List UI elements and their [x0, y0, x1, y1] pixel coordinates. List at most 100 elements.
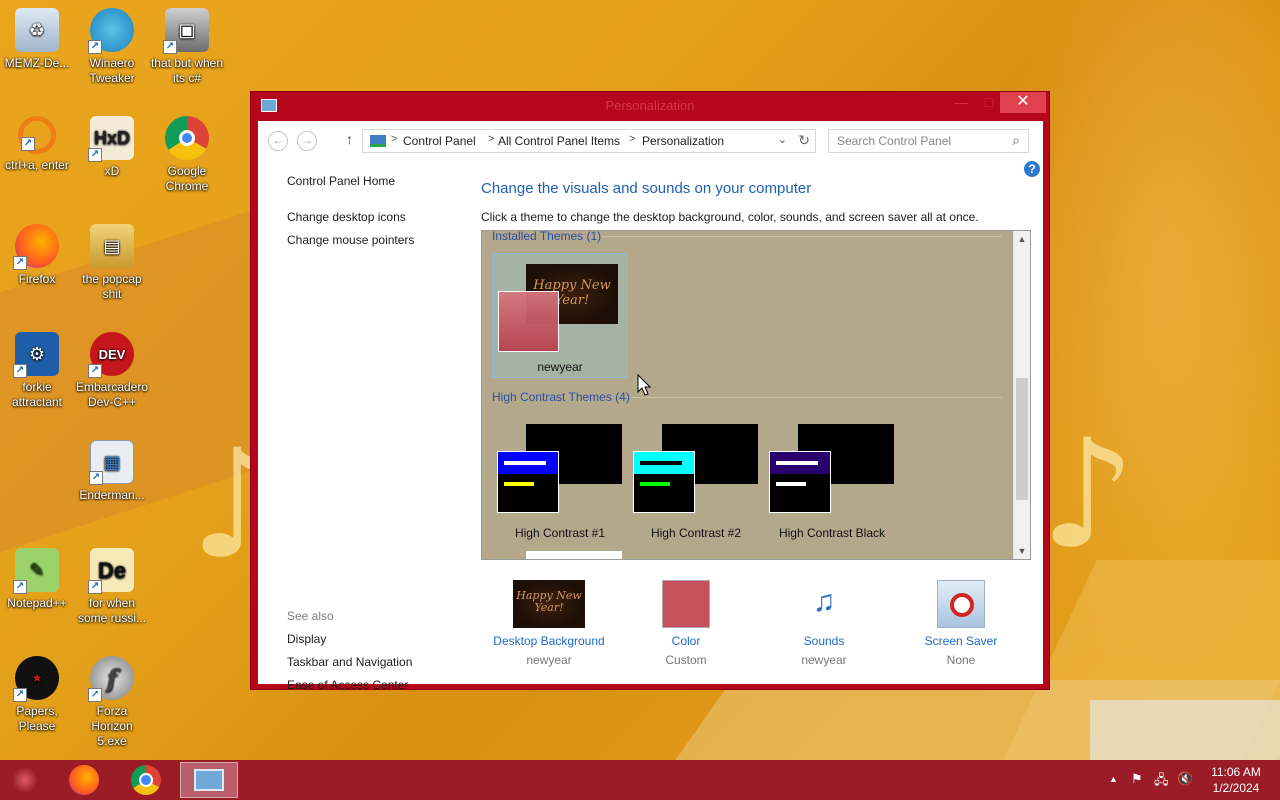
- magnifier-icon: ↗: [18, 116, 56, 154]
- desktop-icon[interactable]: DEV ↗ Embarcadero Dev-C++: [75, 332, 149, 410]
- ease-of-access-link[interactable]: Ease of Access Center: [287, 678, 408, 692]
- desktop-icon-label: Winaero Tweaker: [89, 56, 135, 85]
- desktop-icon-label: Enderman...: [79, 488, 145, 502]
- start-orb-icon: [13, 768, 37, 792]
- desktop-icon[interactable]: ★ ↗ Papers, Please: [0, 656, 74, 734]
- forward-button[interactable]: →: [297, 131, 317, 151]
- hc-bar: [640, 461, 682, 465]
- breadcrumb-personalization[interactable]: Personalization: [642, 134, 724, 148]
- desktop-icon[interactable]: ↗ Winaero Tweaker: [75, 8, 149, 86]
- desktop-icon-label: Google Chrome: [165, 164, 209, 193]
- color-value: Custom: [665, 653, 707, 667]
- taskbar-firefox[interactable]: [56, 762, 114, 798]
- screen-saver-value: None: [946, 653, 976, 667]
- control-panel-home-link[interactable]: Control Panel Home: [287, 174, 395, 188]
- theme-list-scrollbar[interactable]: ▲ ▼: [1013, 231, 1030, 559]
- help-icon[interactable]: ?: [1024, 161, 1040, 177]
- color-swatch: [662, 580, 710, 628]
- desktop-icon[interactable]: ⚙ ↗ forkie attractant: [0, 332, 74, 410]
- desktop-icon[interactable]: ▤ the popcap shit: [75, 224, 149, 302]
- window-title: Personalization: [605, 98, 695, 113]
- breadcrumb-control-panel[interactable]: Control Panel: [403, 134, 476, 148]
- action-center-flag-icon[interactable]: ⚑: [1131, 771, 1143, 787]
- volume-muted-icon[interactable]: 🔇: [1177, 771, 1193, 787]
- address-bar[interactable]: > Control Panel > All Control Panel Item…: [362, 129, 816, 153]
- color-setting[interactable]: Color Custom: [621, 580, 751, 667]
- desktop-icon[interactable]: Google Chrome: [150, 116, 224, 194]
- desktop-icon[interactable]: De ↗ for when some russi...: [75, 548, 149, 626]
- high-contrast-header[interactable]: High Contrast Themes (4): [492, 390, 630, 404]
- up-button[interactable]: ↑: [346, 131, 353, 147]
- back-button[interactable]: ←: [268, 131, 288, 151]
- taskbar[interactable]: ▲ ⚑ 🖧 🔇 11:06 AM 1/2/2024: [0, 760, 1280, 800]
- scroll-down-icon[interactable]: ▼: [1014, 546, 1030, 556]
- screen-saver-link[interactable]: Screen Saver: [896, 634, 1026, 648]
- scroll-thumb[interactable]: [1016, 378, 1028, 500]
- shortcut-arrow-icon: ↗: [88, 688, 102, 702]
- theme-list[interactable]: Installed Themes (1) Happy New Year! new…: [481, 230, 1031, 560]
- hc-bar-secondary: [640, 482, 670, 486]
- firefox-icon: [69, 765, 99, 795]
- taskbar-navigation-link[interactable]: Taskbar and Navigation: [287, 655, 412, 669]
- desktop-icon[interactable]: HxD ↗ xD: [75, 116, 149, 179]
- desktop-icon-label: ctrl+a, enter: [5, 158, 69, 172]
- start-button[interactable]: [0, 762, 58, 798]
- display-link[interactable]: Display: [287, 632, 326, 646]
- change-desktop-icons-link[interactable]: Change desktop icons: [287, 210, 406, 224]
- theme-preview-partial[interactable]: [526, 551, 622, 559]
- screen-saver-setting[interactable]: Screen Saver None: [896, 580, 1026, 667]
- show-hidden-icons[interactable]: ▲: [1109, 774, 1118, 784]
- breadcrumb-all-items[interactable]: All Control Panel Items: [498, 134, 620, 148]
- desktop-icon-label: xD: [104, 164, 120, 178]
- desktop-icon[interactable]: ✎ ↗ Notepad++: [0, 548, 74, 611]
- desktop-icon-label: Papers, Please: [16, 704, 58, 733]
- desktop-icon[interactable]: ↗ ctrl+a, enter: [0, 116, 74, 173]
- control-panel-icon: [370, 135, 386, 147]
- address-dropdown-icon[interactable]: ⌄: [778, 133, 787, 146]
- theme-tile-high-contrast-2[interactable]: High Contrast #2: [632, 424, 760, 540]
- notepadpp-icon: ✎ ↗: [13, 548, 59, 594]
- taskbar-chrome[interactable]: [118, 762, 176, 798]
- page-description: Click a theme to change the desktop back…: [481, 210, 979, 224]
- network-icon[interactable]: 🖧: [1154, 771, 1169, 793]
- title-bar[interactable]: Personalization — □ ✕: [251, 92, 1049, 120]
- search-placeholder: Search Control Panel: [837, 134, 952, 148]
- theme-tile-high-contrast-black[interactable]: High Contrast Black: [768, 424, 896, 540]
- theme-tile-high-contrast-1[interactable]: High Contrast #1: [496, 424, 624, 540]
- close-button[interactable]: ✕: [1000, 92, 1046, 113]
- desktop-icon[interactable]: ▣ ↗ that but when its c#: [150, 8, 224, 86]
- desktop-icon-label: Forza Horizon 5.exe: [91, 704, 133, 748]
- shortcut-arrow-icon: ↗: [13, 580, 27, 594]
- shortcut-arrow-icon: ↗: [13, 256, 27, 270]
- taskbar-control-panel[interactable]: [180, 762, 238, 798]
- shortcut-arrow-icon: ↗: [88, 40, 102, 54]
- installed-themes-header[interactable]: Installed Themes (1): [492, 231, 601, 243]
- taskbar-clock[interactable]: 11:06 AM 1/2/2024: [1200, 764, 1272, 796]
- theme-name: High Contrast #1: [514, 526, 606, 540]
- hc-bar: [504, 461, 546, 465]
- change-mouse-pointers-link[interactable]: Change mouse pointers: [287, 233, 414, 247]
- desktop-icon[interactable]: ↗ Firefox: [0, 224, 74, 287]
- monitor-gear-icon: ⚙ ↗: [13, 332, 59, 378]
- window-client-area: ← → ↑ > Control Panel > All Control Pane…: [258, 121, 1043, 692]
- desktop-background-link[interactable]: Desktop Background: [484, 634, 614, 648]
- sounds-icon: ♫: [812, 585, 836, 618]
- mouse-cursor-icon: [637, 374, 651, 396]
- sounds-link[interactable]: Sounds: [759, 634, 889, 648]
- refresh-icon[interactable]: ↻: [798, 132, 810, 149]
- color-link[interactable]: Color: [621, 634, 751, 648]
- desktop-icon[interactable]: f ↗ Forza Horizon 5.exe: [75, 656, 149, 749]
- page-title: Change the visuals and sounds on your co…: [481, 180, 812, 197]
- desktop-icon[interactable]: ♻ MEMZ-De...: [0, 8, 74, 71]
- search-icon[interactable]: ⌕: [1012, 132, 1020, 149]
- desktop-background-setting[interactable]: Happy New Year! Desktop Background newye…: [484, 580, 614, 667]
- sounds-value: newyear: [801, 653, 847, 667]
- theme-preview-color: [633, 451, 695, 513]
- desktop-icon[interactable]: ▦ ↗ Enderman...: [75, 440, 149, 503]
- theme-tile-newyear[interactable]: Happy New Year! newyear: [492, 253, 628, 378]
- scroll-up-icon[interactable]: ▲: [1014, 234, 1030, 244]
- desktop-icon-label: Firefox: [18, 272, 56, 286]
- search-input[interactable]: Search Control Panel ⌕: [828, 129, 1029, 153]
- shortcut-arrow-icon: ↗: [88, 364, 102, 378]
- sounds-setting[interactable]: ♫ Sounds newyear: [759, 580, 889, 667]
